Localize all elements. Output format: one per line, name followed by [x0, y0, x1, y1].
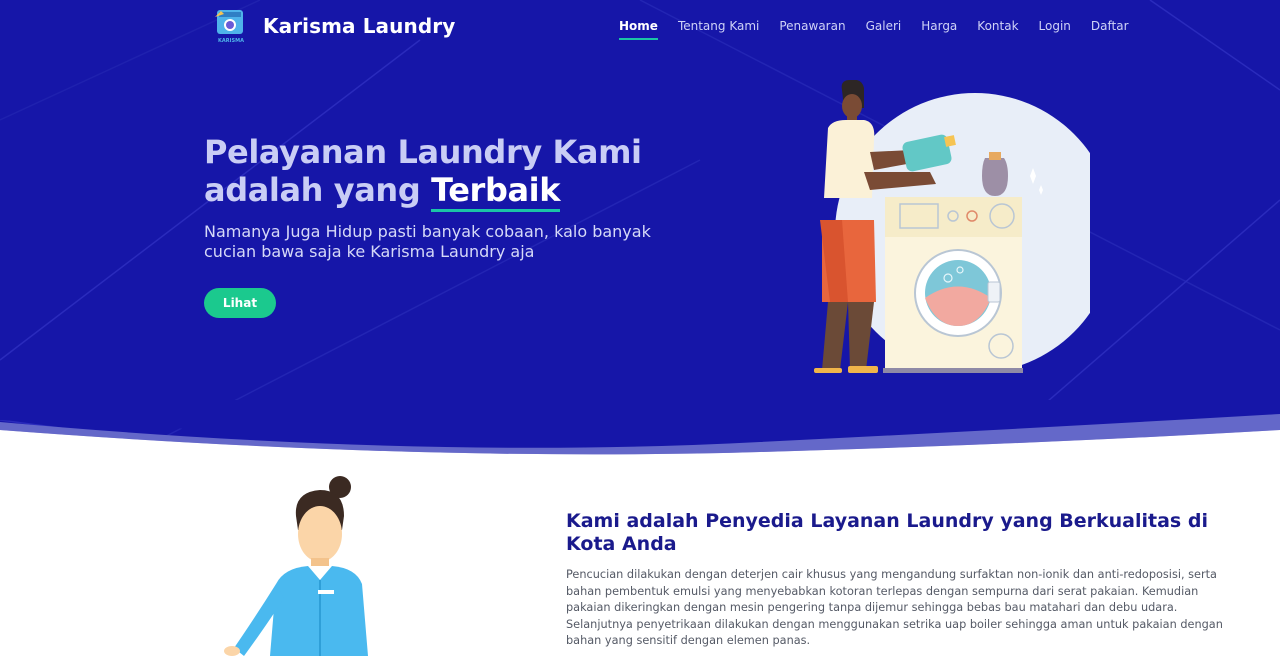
- hero-wave-divider: [0, 400, 1280, 470]
- brand-name[interactable]: Karisma Laundry: [263, 14, 455, 38]
- washing-machine-logo-icon: KARISMA: [215, 10, 244, 44]
- nav-galeri[interactable]: Galeri: [866, 19, 902, 33]
- nav-home[interactable]: Home: [619, 19, 658, 40]
- about-text: Pencucian dilakukan dengan deterjen cair…: [566, 568, 1223, 647]
- hero-title-accent: Terbaik: [431, 171, 561, 212]
- brand[interactable]: KARISMA Karisma Laundry: [214, 8, 455, 44]
- hero-subtitle: Namanya Juga Hidup pasti banyak cobaan, …: [204, 222, 651, 261]
- hero-title: Pelayanan Laundry Kami adalah yang Terba…: [204, 133, 724, 212]
- laundry-woman-illustration: [224, 476, 368, 656]
- main-nav: Home Tentang Kami Penawaran Galeri Harga…: [619, 19, 1149, 40]
- nav-kontak[interactable]: Kontak: [977, 19, 1018, 33]
- nav-penawaran[interactable]: Penawaran: [779, 19, 845, 33]
- about-title: Kami adalah Penyedia Layanan Laundry yan…: [566, 510, 1208, 555]
- hero-title-prefix: Pelayanan Laundry Kami adalah yang: [204, 133, 642, 209]
- nav-login[interactable]: Login: [1039, 19, 1071, 33]
- hero-section: KARISMA Karisma Laundry Home Tentang Kam…: [0, 0, 1280, 460]
- nav-daftar[interactable]: Daftar: [1091, 19, 1129, 33]
- laundry-man-illustration: [814, 80, 1090, 373]
- nav-harga[interactable]: Harga: [921, 19, 957, 33]
- logo-text: KARISMA: [218, 38, 244, 44]
- navbar: KARISMA Karisma Laundry Home Tentang Kam…: [0, 0, 1280, 54]
- nav-tentang-kami[interactable]: Tentang Kami: [678, 19, 759, 33]
- lihat-button[interactable]: Lihat: [204, 288, 276, 318]
